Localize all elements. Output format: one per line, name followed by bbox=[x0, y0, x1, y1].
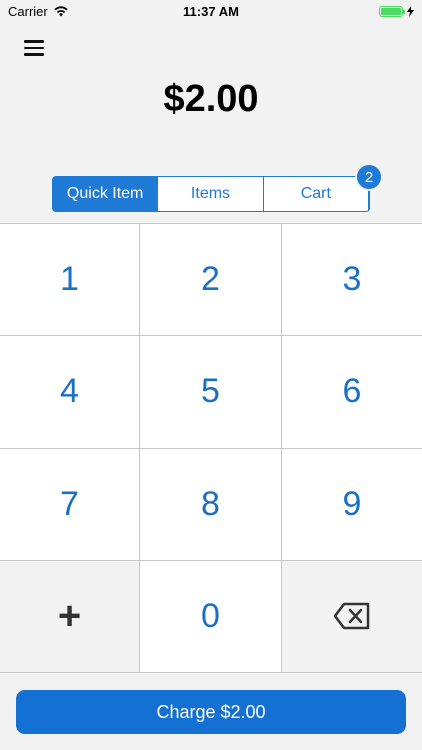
key-3[interactable]: 3 bbox=[282, 224, 422, 337]
key-plus[interactable]: + bbox=[0, 560, 140, 673]
key-6[interactable]: 6 bbox=[282, 336, 422, 449]
hamburger-menu-icon bbox=[24, 40, 44, 43]
key-2[interactable]: 2 bbox=[140, 224, 282, 337]
backspace-icon bbox=[333, 603, 370, 630]
key-backspace[interactable] bbox=[282, 560, 422, 673]
menu-button[interactable] bbox=[24, 38, 48, 58]
battery-icon bbox=[379, 5, 405, 17]
battery-fill bbox=[381, 7, 401, 15]
key-9[interactable]: 9 bbox=[282, 448, 422, 561]
tab-items[interactable]: Items bbox=[158, 177, 264, 211]
tab-quick-item[interactable]: Quick Item bbox=[53, 177, 159, 211]
amount-display: $2.00 bbox=[163, 78, 259, 120]
key-0[interactable]: 0 bbox=[140, 560, 282, 673]
keypad: 1 2 3 4 5 6 7 8 9 + 0 bbox=[0, 223, 422, 673]
wifi-icon bbox=[54, 6, 68, 17]
tab-cart[interactable]: Cart bbox=[264, 177, 369, 211]
key-8[interactable]: 8 bbox=[140, 448, 282, 561]
charging-bolt-icon bbox=[407, 5, 414, 17]
key-5[interactable]: 5 bbox=[140, 336, 282, 449]
key-1[interactable]: 1 bbox=[0, 224, 140, 337]
charge-button[interactable]: Charge $2.00 bbox=[16, 690, 406, 734]
status-bar: Carrier 11:37 AM bbox=[0, 0, 422, 22]
status-left: Carrier bbox=[8, 4, 69, 19]
key-4[interactable]: 4 bbox=[0, 336, 140, 449]
status-right bbox=[379, 5, 414, 17]
key-7[interactable]: 7 bbox=[0, 448, 140, 561]
carrier-label: Carrier bbox=[8, 3, 48, 19]
cart-count-badge: 2 bbox=[355, 163, 383, 191]
segmented-control: Quick Item Items Cart 2 bbox=[52, 163, 383, 212]
